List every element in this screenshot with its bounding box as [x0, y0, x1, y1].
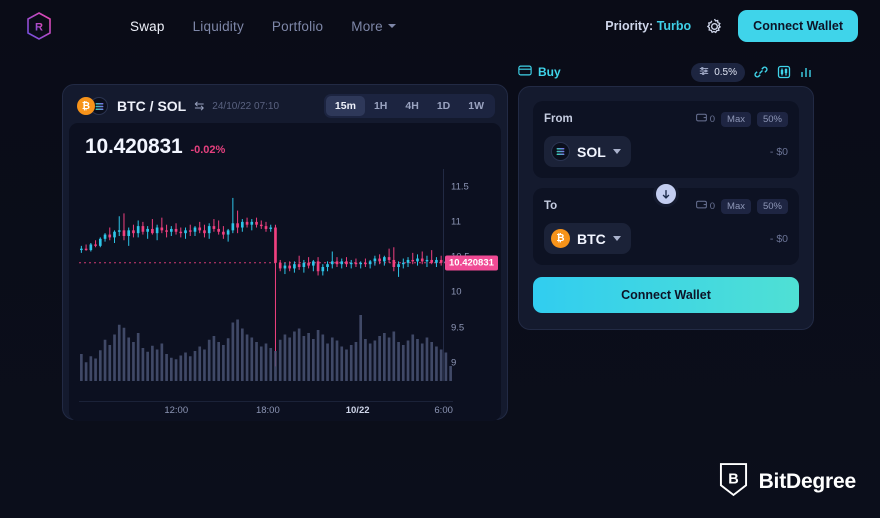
- bitdegree-wordmark: BitDegree: [758, 470, 857, 493]
- chevron-down-icon: [387, 24, 396, 28]
- from-field-tools: 0 Max 50%: [695, 111, 788, 127]
- price-chart-card: ₿ BTC / SOL ⇆ 24/10/22 07:10 15m 1H 4H 1…: [62, 84, 508, 421]
- chevron-down-icon: [612, 149, 621, 154]
- timeframe-1h[interactable]: 1H: [365, 96, 396, 116]
- x-axis: 12:00 18:00 10/22 6:00: [79, 401, 453, 416]
- y-axis-tick: 9: [451, 357, 457, 369]
- y-axis-tick: 10: [451, 286, 462, 298]
- to-half-button[interactable]: 50%: [756, 198, 788, 214]
- y-axis-tick: 11: [451, 216, 461, 228]
- swap-toolbar: Buy 0.5%: [518, 62, 814, 82]
- chart-header: ₿ BTC / SOL ⇆ 24/10/22 07:10 15m 1H 4H 1…: [69, 91, 501, 121]
- to-field-tools: 0 Max 50%: [695, 198, 788, 214]
- swap-tool-icons: 0.5%: [691, 62, 814, 82]
- chart-timestamp: 24/10/22 07:10: [212, 100, 280, 112]
- to-balance: 0: [695, 200, 716, 212]
- raydium-swap-page: R Swap Liquidity Portfolio More Priority…: [0, 0, 880, 518]
- x-axis-tick: 18:00: [255, 405, 280, 416]
- from-balance-value: 0: [709, 113, 716, 125]
- from-balance: 0: [695, 113, 716, 125]
- header-actions: Priority: Turbo Connect Wallet: [605, 10, 858, 42]
- from-max-button[interactable]: Max: [721, 111, 751, 127]
- timeframe-15m[interactable]: 15m: [325, 96, 365, 116]
- main-nav: Swap Liquidity Portfolio More: [130, 19, 396, 34]
- top-header: R Swap Liquidity Portfolio More Priority…: [0, 0, 880, 52]
- to-usd-value: - $0: [769, 232, 788, 245]
- pair-token-icons: ₿: [77, 97, 113, 115]
- from-token-name: SOL: [577, 143, 606, 160]
- timeframe-1w[interactable]: 1W: [459, 96, 493, 116]
- tab-buy-label: Buy: [538, 65, 561, 79]
- chevron-down-icon: [612, 236, 621, 241]
- btc-coin-icon: ₿: [77, 97, 95, 115]
- slippage-setting[interactable]: 0.5%: [691, 62, 745, 82]
- sol-coin-icon: [551, 142, 570, 161]
- price-change: -0.02%: [190, 144, 226, 156]
- timeframe-group: 15m 1H 4H 1D 1W: [323, 94, 495, 118]
- x-axis-tick: 10/22: [345, 405, 370, 416]
- bitdegree-watermark: B BitDegree: [719, 462, 856, 502]
- to-token-row: ₿ BTC - $0: [544, 223, 788, 254]
- nav-item-swap[interactable]: Swap: [130, 19, 165, 34]
- from-field: From 0 Max 50% SOL - $0: [533, 101, 799, 178]
- from-usd-value: - $0: [769, 145, 788, 158]
- nav-item-more[interactable]: More: [351, 19, 396, 34]
- from-token-selector[interactable]: SOL: [544, 136, 631, 167]
- priority-value: Turbo: [656, 19, 692, 33]
- y-axis-tick: 11.5: [451, 181, 469, 193]
- raydium-hexagon-logo[interactable]: R: [24, 10, 54, 42]
- priority-label: Priority:: [605, 19, 654, 33]
- gear-icon[interactable]: [705, 17, 724, 36]
- to-max-button[interactable]: Max: [721, 198, 751, 214]
- volume-series: [80, 315, 452, 381]
- x-axis-tick: 12:00: [164, 405, 189, 416]
- connect-wallet-cta-button[interactable]: Connect Wallet: [533, 277, 799, 313]
- connect-wallet-header-button[interactable]: Connect Wallet: [738, 10, 858, 42]
- sliders-icon: [699, 66, 709, 79]
- bar-chart-icon[interactable]: [800, 65, 814, 79]
- slippage-value: 0.5%: [714, 66, 737, 78]
- chart-plot-area[interactable]: 10.420831 -0.02% 11.51110.5109.5910.4208…: [69, 123, 501, 421]
- swap-card: From 0 Max 50% SOL - $0 To 0 Max 50% ₿ B…: [518, 86, 814, 330]
- nav-item-more-label: More: [351, 18, 383, 34]
- swap-direction-button[interactable]: [653, 181, 679, 207]
- arrow-down-icon: [662, 190, 670, 199]
- timeframe-4h[interactable]: 4H: [396, 96, 427, 116]
- pair-name: BTC / SOL: [117, 98, 187, 114]
- current-price-badge: 10.420831: [445, 255, 498, 271]
- link-icon[interactable]: [754, 65, 768, 79]
- wallet-icon: [695, 113, 707, 125]
- from-label: From: [544, 113, 573, 125]
- from-token-row: SOL - $0: [544, 136, 788, 167]
- from-field-header: From 0 Max 50%: [544, 110, 788, 128]
- to-balance-value: 0: [709, 200, 716, 212]
- y-axis-tick: 9.5: [451, 322, 465, 334]
- svg-text:R: R: [35, 22, 43, 34]
- y-axis: 11.51110.5109.5910.420831: [443, 169, 498, 381]
- tab-buy[interactable]: Buy: [518, 63, 561, 81]
- current-price: 10.420831: [85, 135, 183, 158]
- to-token-selector[interactable]: ₿ BTC: [544, 223, 631, 254]
- x-axis-tick: 6:00: [434, 405, 453, 416]
- swap-pair-icon[interactable]: ⇆: [194, 99, 204, 113]
- nav-item-portfolio[interactable]: Portfolio: [272, 19, 323, 34]
- bitdegree-shield-logo: B: [719, 462, 748, 502]
- to-label: To: [544, 200, 558, 212]
- candlestick-chart-icon[interactable]: [777, 65, 791, 79]
- current-price-block: 10.420831 -0.02%: [85, 135, 225, 159]
- from-half-button[interactable]: 50%: [756, 111, 788, 127]
- btc-coin-icon: ₿: [551, 229, 570, 248]
- svg-text:B: B: [728, 471, 738, 487]
- to-token-name: BTC: [577, 230, 606, 247]
- card-icon: [518, 63, 532, 81]
- nav-item-liquidity[interactable]: Liquidity: [193, 19, 244, 34]
- wallet-icon: [695, 200, 707, 212]
- timeframe-1d[interactable]: 1D: [428, 96, 459, 116]
- priority-indicator[interactable]: Priority: Turbo: [605, 19, 691, 33]
